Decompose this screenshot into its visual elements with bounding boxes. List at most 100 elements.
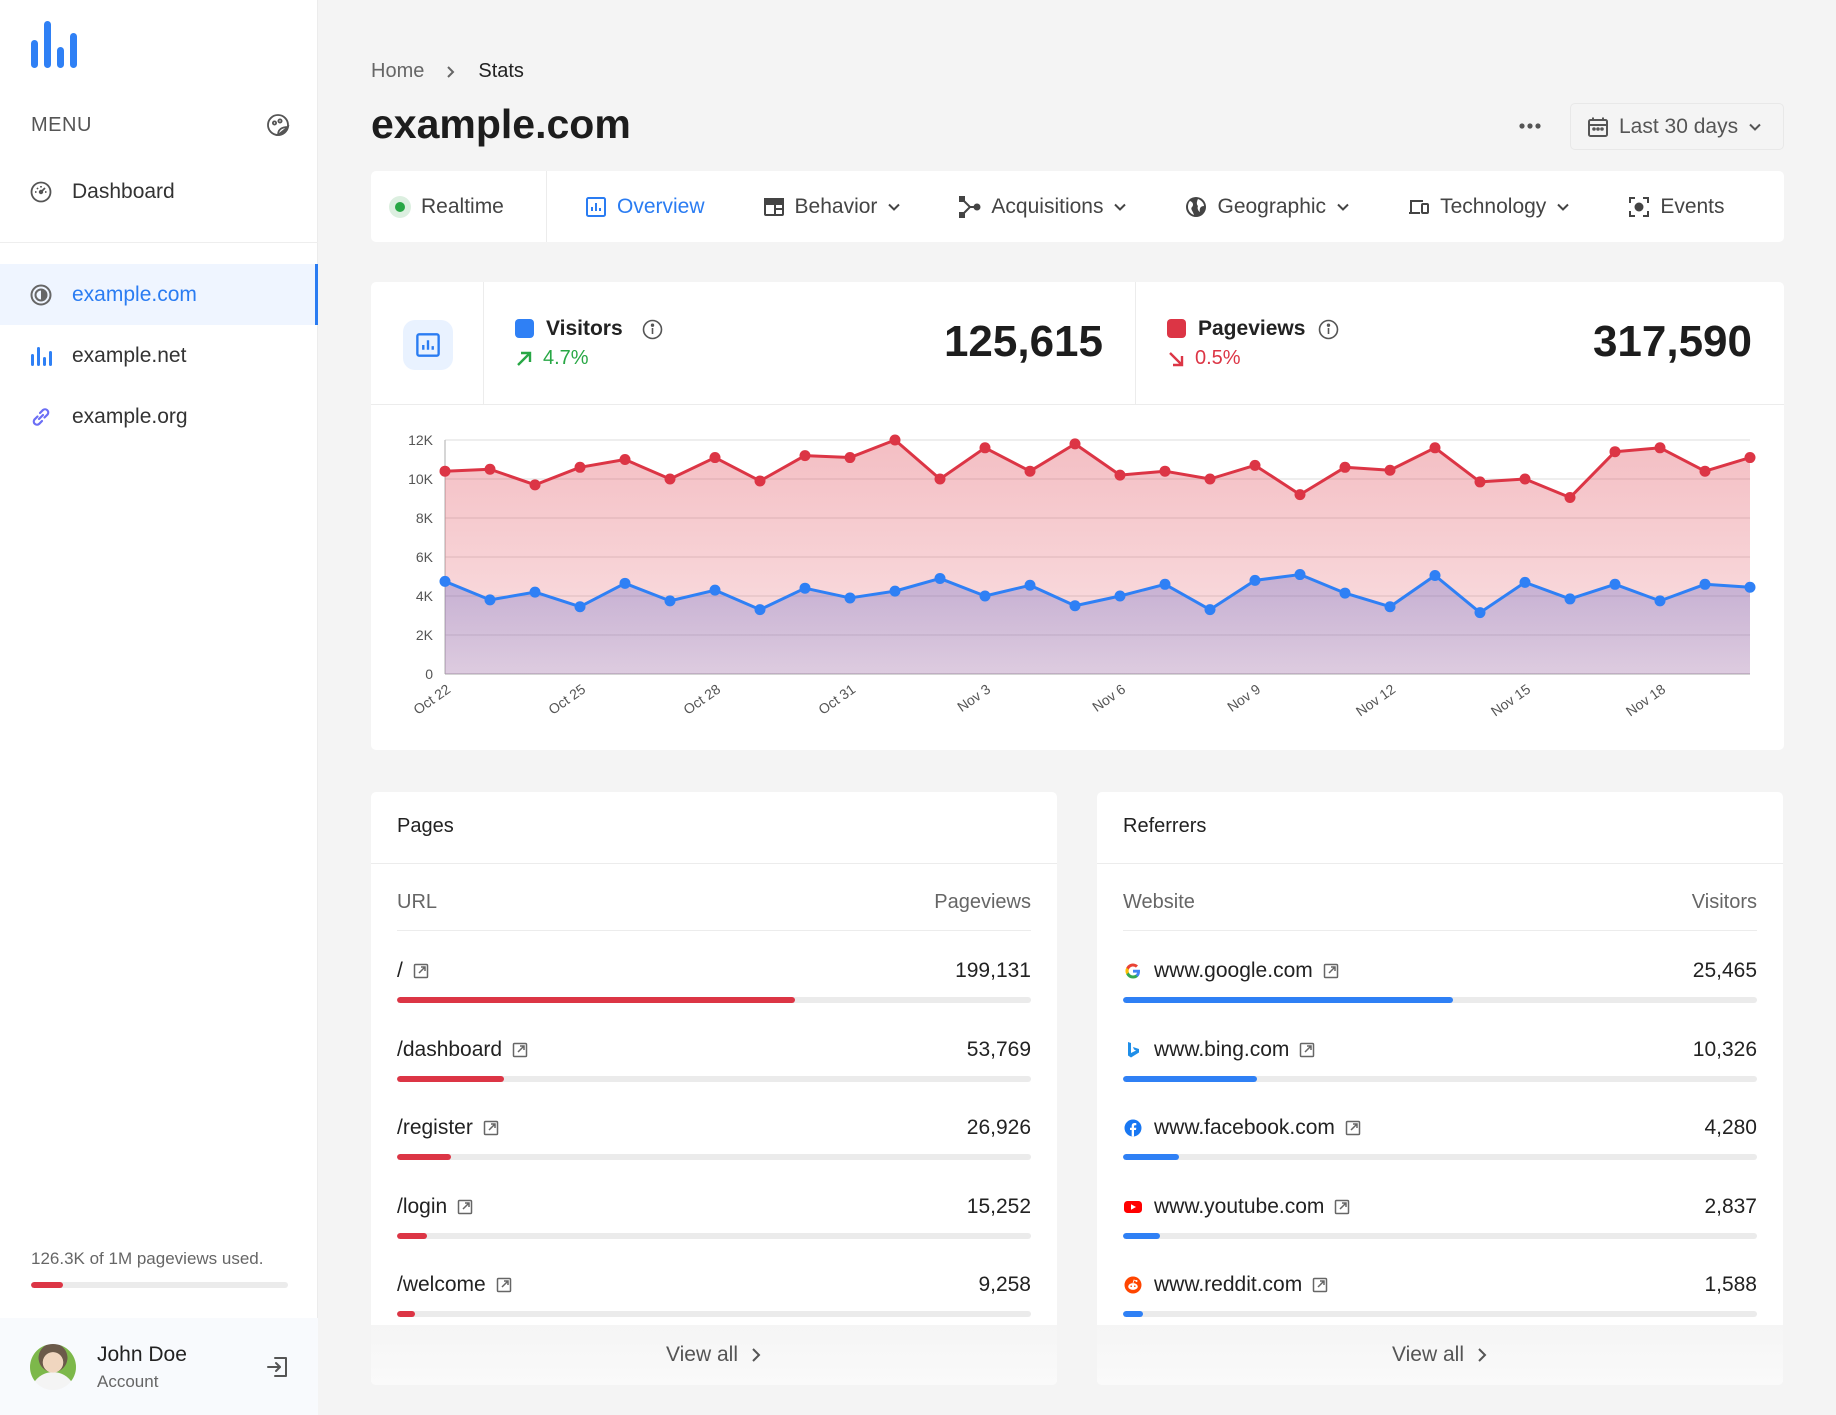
metric-visitors[interactable]: Visitors 4.7% 125,615 — [484, 282, 1136, 405]
tab-events[interactable]: Events — [1628, 171, 1725, 242]
sidebar-item-example-org[interactable]: example.org — [0, 386, 318, 447]
external-link-icon[interactable] — [496, 1277, 512, 1293]
x-tick-label: Nov 3 — [954, 681, 993, 715]
row-link[interactable]: /dashboard — [397, 1036, 528, 1064]
breadcrumb-home-link[interactable]: Home — [371, 60, 424, 83]
row-value: 9,258 — [978, 1273, 1031, 1296]
referrers-view-all-button[interactable]: View all — [1097, 1325, 1783, 1385]
column-header-pageviews[interactable]: Pageviews — [934, 891, 1031, 914]
tab-geographic[interactable]: Geographic — [1185, 171, 1350, 242]
point-visitors — [1384, 601, 1396, 613]
sidebar-item-label: example.net — [72, 343, 187, 367]
row-label: www.reddit.com — [1154, 1273, 1303, 1296]
point-visitors — [1204, 604, 1216, 616]
metric-value: 125,615 — [943, 317, 1103, 366]
point-visitors — [754, 604, 766, 616]
list-item: /register 26,926 — [397, 1114, 1031, 1174]
row-link[interactable]: www.bing.com — [1123, 1036, 1315, 1064]
date-range-select[interactable]: Last 30 days — [1570, 103, 1784, 150]
tab-overview[interactable]: Overview — [585, 171, 705, 242]
info-icon[interactable] — [1318, 319, 1339, 340]
sidebar-item-example-net[interactable]: example.net — [0, 325, 318, 386]
pages-view-all-button[interactable]: View all — [371, 1325, 1057, 1385]
point-visitors — [1339, 587, 1351, 599]
x-tick-label: Nov 15 — [1488, 681, 1534, 720]
chart-square-icon[interactable] — [403, 320, 453, 370]
row-link[interactable]: / — [397, 957, 429, 985]
list-item: /login 15,252 — [397, 1193, 1031, 1253]
tab-label: Technology — [1440, 194, 1547, 218]
info-icon[interactable] — [642, 319, 663, 340]
point-pageviews — [529, 479, 541, 491]
row-link[interactable]: /register — [397, 1114, 499, 1142]
row-value: 199,131 — [955, 959, 1031, 982]
column-header-visitors[interactable]: Visitors — [1692, 891, 1757, 914]
chevron-down-icon — [1336, 200, 1350, 214]
point-visitors — [1159, 578, 1171, 590]
pages-card: Pages URL Pageviews / 199,131/dashboard 53… — [371, 792, 1057, 1385]
row-link[interactable]: /welcome — [397, 1271, 512, 1299]
external-link-icon[interactable] — [1345, 1120, 1361, 1136]
avatar[interactable] — [30, 1344, 76, 1390]
external-link-icon[interactable] — [413, 963, 429, 979]
point-visitors — [979, 590, 991, 602]
point-pageviews — [1339, 461, 1351, 473]
row-label: /welcome — [397, 1273, 486, 1296]
more-horizontal-icon — [1519, 123, 1541, 129]
y-tick-label: 4K — [416, 588, 434, 604]
logo-icon[interactable] — [30, 18, 82, 70]
x-tick-label: Oct 22 — [410, 681, 453, 718]
sidebar-item-example-com[interactable]: example.com — [0, 264, 318, 325]
palette-icon[interactable] — [266, 113, 290, 137]
point-visitors — [1519, 576, 1531, 588]
sidebar-item-label: Dashboard — [72, 179, 175, 203]
external-link-icon[interactable] — [483, 1120, 499, 1136]
point-pageviews — [1699, 465, 1711, 477]
point-pageviews — [484, 463, 496, 475]
sidebar: MENU Dashboard example.com example.net e… — [0, 0, 318, 1415]
logout-icon[interactable] — [265, 1354, 291, 1380]
point-pageviews — [1204, 473, 1216, 485]
point-pageviews — [664, 473, 676, 485]
external-link-icon[interactable] — [1312, 1277, 1328, 1293]
sidebar-divider — [0, 242, 318, 243]
row-link[interactable]: www.youtube.com — [1123, 1193, 1350, 1221]
metric-pageviews[interactable]: Pageviews 0.5% 317,590 — [1136, 282, 1784, 405]
card-title: Referrers — [1123, 815, 1207, 837]
tab-realtime[interactable]: Realtime — [371, 171, 547, 242]
external-link-icon[interactable] — [1323, 963, 1339, 979]
usage-progress-fill — [31, 1282, 64, 1288]
row-link[interactable]: www.reddit.com — [1123, 1271, 1328, 1299]
sidebar-item-dashboard[interactable]: Dashboard — [0, 161, 318, 222]
row-value: 15,252 — [966, 1194, 1031, 1218]
row-link[interactable]: /login — [397, 1193, 473, 1221]
row-link[interactable]: www.facebook.com — [1123, 1114, 1361, 1142]
row-share-fill — [1123, 997, 1453, 1003]
row-value: 1,588 — [1704, 1273, 1757, 1296]
usage-text: 126.3K of 1M pageviews used. — [31, 1249, 264, 1268]
tab-technology[interactable]: Technology — [1408, 171, 1570, 242]
external-link-icon[interactable] — [1299, 1042, 1315, 1058]
row-value: 2,837 — [1704, 1194, 1757, 1218]
column-header-website[interactable]: Website — [1123, 891, 1195, 914]
row-share-fill — [1123, 1154, 1179, 1160]
column-header-url[interactable]: URL — [397, 891, 437, 914]
row-link[interactable]: www.google.com — [1123, 957, 1339, 985]
account-panel[interactable]: John Doe Account — [0, 1318, 318, 1415]
external-link-icon[interactable] — [1334, 1199, 1350, 1215]
row-label: /login — [397, 1194, 448, 1218]
tab-behavior[interactable]: Behavior — [763, 171, 902, 242]
external-link-icon[interactable] — [457, 1199, 473, 1215]
x-tick-label: Nov 6 — [1089, 681, 1128, 715]
divider — [1097, 863, 1783, 864]
point-pageviews — [1654, 442, 1666, 454]
facebook-icon — [1123, 1118, 1143, 1138]
point-visitors — [1474, 607, 1486, 619]
external-link-icon[interactable] — [512, 1042, 528, 1058]
tab-acquisitions[interactable]: Acquisitions — [959, 171, 1127, 242]
more-options-button[interactable] — [1512, 110, 1548, 142]
row-share-bar — [397, 1154, 1031, 1160]
point-pageviews — [1069, 438, 1081, 450]
share-icon — [959, 195, 981, 218]
account-subtitle: Account — [97, 1372, 159, 1391]
